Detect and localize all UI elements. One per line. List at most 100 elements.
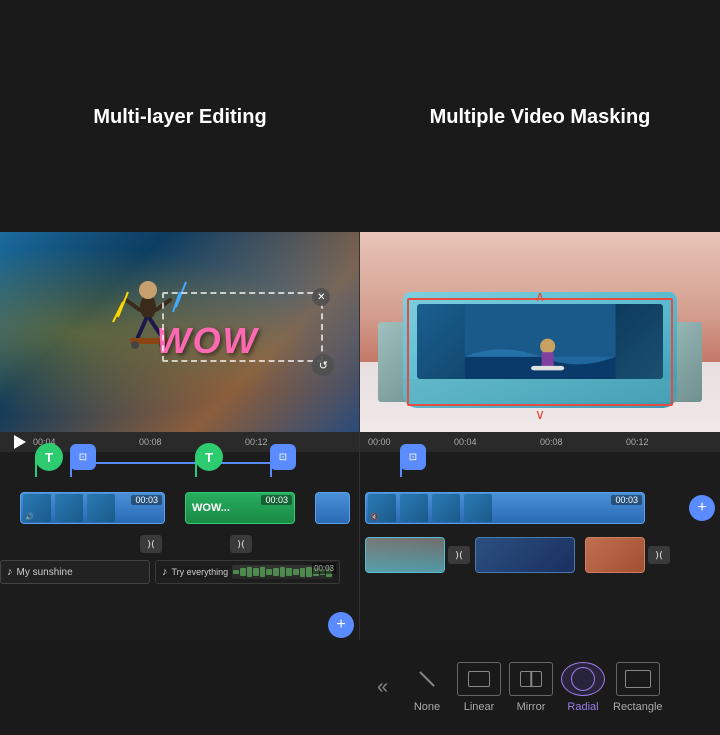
pin-square1-icon: ⊡ bbox=[70, 444, 96, 470]
mask-label-rectangle: Rectangle bbox=[613, 701, 663, 713]
radial-icon-wrapper bbox=[561, 662, 605, 696]
mask-option-none[interactable]: None bbox=[405, 662, 449, 713]
pin-square2-icon: ⊡ bbox=[270, 444, 296, 470]
mask-label-linear: Linear bbox=[464, 701, 495, 713]
back-arrows-icon: « bbox=[377, 676, 388, 699]
mask-option-rectangle[interactable]: Rectangle bbox=[613, 662, 663, 713]
pin-square1[interactable]: ⊡ bbox=[70, 457, 72, 477]
rectangle-icon bbox=[625, 670, 651, 688]
none-icon bbox=[419, 671, 435, 687]
rectangle-icon-wrapper bbox=[616, 662, 660, 696]
right-video-preview[interactable]: ∧ ∨ bbox=[360, 232, 720, 432]
right-nav-icon-1: ⟩⟨ bbox=[455, 550, 462, 561]
mask-panel: « None Linear bbox=[360, 640, 720, 735]
add-icon-right: + bbox=[697, 499, 706, 517]
nav-btn-left[interactable]: ⟩⟨ bbox=[140, 535, 162, 553]
mid-thumb[interactable] bbox=[475, 537, 575, 573]
clip-wow-label: WOW... bbox=[186, 502, 236, 514]
square-icon-2: ⊡ bbox=[279, 452, 287, 463]
clip-duration-2: 00:03 bbox=[261, 495, 292, 505]
sound-icon-1: 🔊 bbox=[25, 513, 34, 521]
square-icon: ⊡ bbox=[79, 452, 87, 463]
up-arrow-icon: ∧ bbox=[535, 288, 545, 304]
clip-blue-extend[interactable] bbox=[315, 492, 350, 524]
add-track-button[interactable]: + bbox=[328, 612, 354, 638]
audio-track-1[interactable]: ♪ My sunshine bbox=[0, 560, 150, 584]
right-track-row-2: ⟩⟨ ⟩⟨ bbox=[360, 534, 720, 576]
mug-thumb-bg bbox=[366, 538, 444, 572]
right-nav-btn-1[interactable]: ⟩⟨ bbox=[448, 546, 470, 564]
play-icon bbox=[14, 435, 26, 449]
left-panel: WOW ✕ ↺ bbox=[0, 232, 360, 640]
music-icon-1: ♪ bbox=[7, 566, 13, 578]
time-mark-2: 00:08 bbox=[139, 437, 245, 447]
selection-box[interactable] bbox=[407, 298, 673, 406]
mask-option-linear[interactable]: Linear bbox=[457, 662, 501, 713]
play-button[interactable] bbox=[8, 432, 28, 452]
rotate-icon: ↺ bbox=[319, 359, 328, 372]
right-clip-blue[interactable]: 00:03 🔇 bbox=[365, 492, 645, 524]
right-pin-icon: ⊡ bbox=[400, 444, 426, 470]
arrow-up-button[interactable]: ∧ bbox=[535, 288, 545, 305]
audio-label-2: Try everything bbox=[172, 567, 229, 577]
right-nav-icon-2: ⟩⟨ bbox=[655, 550, 662, 561]
time-mark-3: 00:12 bbox=[245, 437, 351, 447]
none-icon-wrapper bbox=[405, 662, 449, 696]
mirror-line bbox=[530, 672, 532, 686]
right-header: Multiple Video Masking bbox=[360, 8, 720, 226]
linear-icon-wrapper bbox=[457, 662, 501, 696]
track-row-1: 00:03 🔊 WOW... 00:03 bbox=[0, 487, 359, 529]
sound-icon-right: 🔇 bbox=[370, 513, 379, 521]
pin-square2[interactable]: ⊡ bbox=[270, 457, 272, 477]
clip-green-1[interactable]: WOW... 00:03 bbox=[185, 492, 295, 524]
down-arrow-icon: ∨ bbox=[535, 406, 545, 422]
headers-row: Multi-layer Editing Multiple Video Maski… bbox=[0, 0, 720, 232]
pin-t2-icon: T bbox=[195, 443, 223, 471]
nav-btn-right[interactable]: ⟩⟨ bbox=[230, 535, 252, 553]
pin-t1-icon: T bbox=[35, 443, 63, 471]
arrow-down-button[interactable]: ∨ bbox=[535, 406, 545, 423]
radial-icon bbox=[571, 667, 595, 691]
mirror-icon bbox=[520, 671, 542, 687]
person-thumb[interactable] bbox=[585, 537, 645, 573]
close-icon: ✕ bbox=[317, 292, 325, 303]
right-thumb-3 bbox=[432, 494, 460, 522]
right-panel: ∧ ∨ 00:00 00:04 00:08 00:12 bbox=[360, 232, 720, 640]
audio2-duration: 00:03 bbox=[312, 563, 336, 574]
right-thumb-2 bbox=[400, 494, 428, 522]
rtime-mark-1: 00:04 bbox=[454, 437, 540, 447]
mask-option-radial[interactable]: Radial bbox=[561, 662, 605, 713]
linear-icon bbox=[468, 671, 490, 687]
dashed-selection-box[interactable] bbox=[162, 292, 324, 362]
right-pin-square[interactable]: ⊡ bbox=[400, 457, 402, 477]
audio-track-2[interactable]: ♪ Try everything bbox=[155, 560, 340, 584]
right-add-button[interactable]: + bbox=[689, 495, 715, 521]
rtime-mark-2: 00:08 bbox=[540, 437, 626, 447]
mask-label-radial: Radial bbox=[567, 701, 598, 713]
right-video-bg: ∧ ∨ bbox=[360, 232, 720, 432]
mirror-icon-wrapper bbox=[509, 662, 553, 696]
clip-thumb-3 bbox=[87, 494, 115, 522]
pin-t1[interactable]: T bbox=[35, 457, 37, 477]
clip-thumb-2 bbox=[55, 494, 83, 522]
right-nav-btn-2[interactable]: ⟩⟨ bbox=[648, 546, 670, 564]
left-video-preview[interactable]: WOW ✕ ↺ bbox=[0, 232, 359, 432]
main-container: Multi-layer Editing Multiple Video Maski… bbox=[0, 0, 720, 640]
mask-label-mirror: Mirror bbox=[517, 701, 546, 713]
clip-duration-1: 00:03 bbox=[131, 495, 162, 505]
right-thumb-4 bbox=[464, 494, 492, 522]
audio-label-1: My sunshine bbox=[17, 567, 73, 578]
right-track-row-1: 00:03 🔇 + bbox=[360, 487, 720, 529]
connector-line bbox=[75, 462, 275, 464]
music-icon-2: ♪ bbox=[162, 566, 168, 578]
back-arrow-button[interactable]: « bbox=[360, 676, 405, 699]
pin-t2[interactable]: T bbox=[195, 457, 197, 477]
right-square-icon: ⊡ bbox=[409, 452, 417, 463]
mask-option-mirror[interactable]: Mirror bbox=[509, 662, 553, 713]
left-header: Multi-layer Editing bbox=[0, 8, 360, 226]
left-tracks-area: T ⊡ T bbox=[0, 452, 359, 640]
mug-thumb-1[interactable] bbox=[365, 537, 445, 573]
rtime-mark-3: 00:12 bbox=[626, 437, 712, 447]
clip-blue-1[interactable]: 00:03 🔊 bbox=[20, 492, 165, 524]
left-video-bg: WOW ✕ ↺ bbox=[0, 232, 359, 432]
